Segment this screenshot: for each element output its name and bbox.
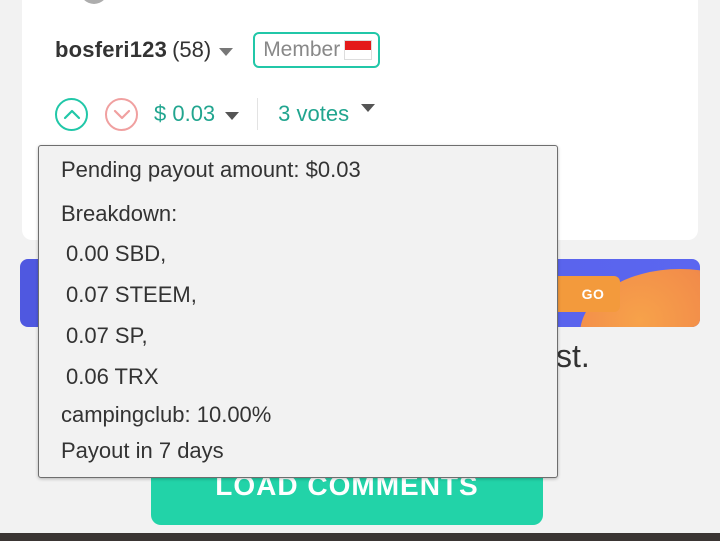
author-row: bosferi123 (58) Member	[55, 32, 381, 68]
vote-divider	[257, 98, 259, 130]
votes-chevron-down-icon	[361, 104, 376, 112]
votes-dropdown[interactable]: 3 votes	[278, 101, 376, 127]
payout-amount: $ 0.03	[154, 101, 216, 126]
payout-tooltip: Pending payout amount: $0.03 Breakdown: …	[38, 145, 558, 478]
votes-count: 3 votes	[278, 101, 350, 126]
tooltip-breakdown-sbd: 0.00 SBD,	[66, 241, 167, 266]
member-badge-label: Member	[263, 38, 341, 61]
tooltip-pending-payout: Pending payout amount: $0.03	[61, 157, 361, 182]
chevron-down-icon	[113, 109, 130, 120]
tooltip-breakdown-sp: 0.07 SP,	[66, 323, 148, 348]
downvote-button[interactable]	[105, 97, 138, 131]
upvote-button[interactable]	[55, 97, 88, 131]
vote-row: $ 0.03 3 votes	[55, 96, 376, 132]
background-partial-text: st.	[556, 338, 590, 374]
bottom-bar	[0, 533, 720, 541]
payout-chevron-down-icon	[225, 111, 240, 120]
tooltip-payout-time: Payout in 7 days	[61, 438, 224, 463]
payout-dropdown[interactable]: $ 0.03	[154, 101, 240, 127]
author-menu-chevron-down-icon[interactable]	[219, 47, 234, 56]
tooltip-breakdown-label: Breakdown:	[61, 201, 178, 226]
avatar-edge	[80, 0, 108, 4]
author-reputation: (58)	[172, 37, 212, 62]
tooltip-breakdown-steem: 0.07 STEEM,	[66, 282, 197, 307]
chevron-up-icon	[63, 109, 80, 120]
author-name[interactable]: bosferi123	[55, 37, 167, 63]
tooltip-breakdown-trx: 0.06 TRX	[66, 364, 159, 389]
indonesia-flag-icon	[344, 40, 373, 60]
tooltip-beneficiary: campingclub: 10.00%	[61, 402, 272, 427]
member-badge[interactable]: Member	[253, 32, 381, 68]
